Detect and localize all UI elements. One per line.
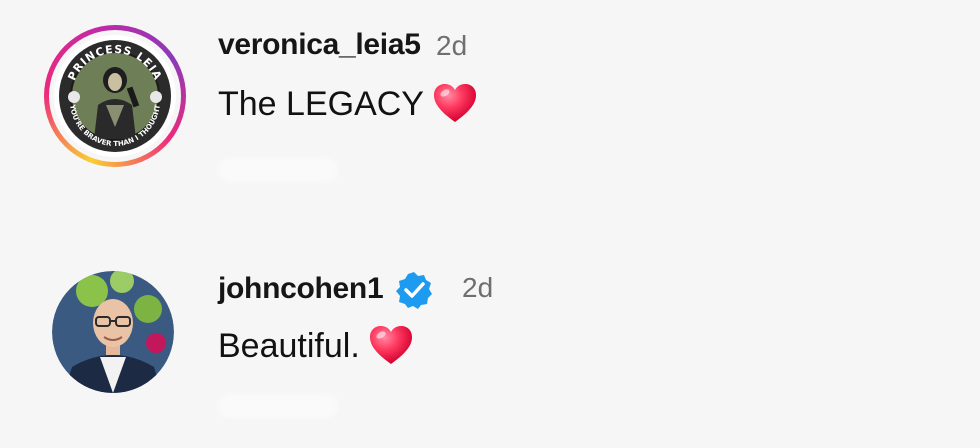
princess-leia-badge-image: PRINCESS LEIA YOU'RE BRAVER THAN I THOUG… <box>54 35 176 157</box>
comment-username[interactable]: veronica_leia5 <box>218 28 421 62</box>
comment-text: Beautiful. <box>218 326 360 365</box>
verified-badge-icon <box>394 270 434 310</box>
avatar[interactable] <box>52 271 174 393</box>
comment-username[interactable]: johncohen1 <box>218 272 384 306</box>
avatar[interactable]: PRINCESS LEIA YOU'RE BRAVER THAN I THOUG… <box>54 35 176 157</box>
heart-icon <box>369 326 412 366</box>
reply-link-placeholder <box>218 394 338 418</box>
comment-timestamp: 2d <box>462 272 494 303</box>
avatar-story-ring[interactable]: PRINCESS LEIA YOU'RE BRAVER THAN I THOUG… <box>44 25 186 167</box>
heart-icon <box>433 84 476 124</box>
comment-text: The LEGACY <box>218 84 424 123</box>
comment-text-row: The LEGACY <box>218 84 476 124</box>
avatar-photo <box>52 271 174 393</box>
reply-link-placeholder <box>218 158 338 182</box>
comment-text-row: Beautiful. <box>218 326 412 366</box>
comment-timestamp: 2d <box>436 30 468 61</box>
comment-item: PRINCESS LEIA YOU'RE BRAVER THAN I THOUG… <box>0 0 980 220</box>
